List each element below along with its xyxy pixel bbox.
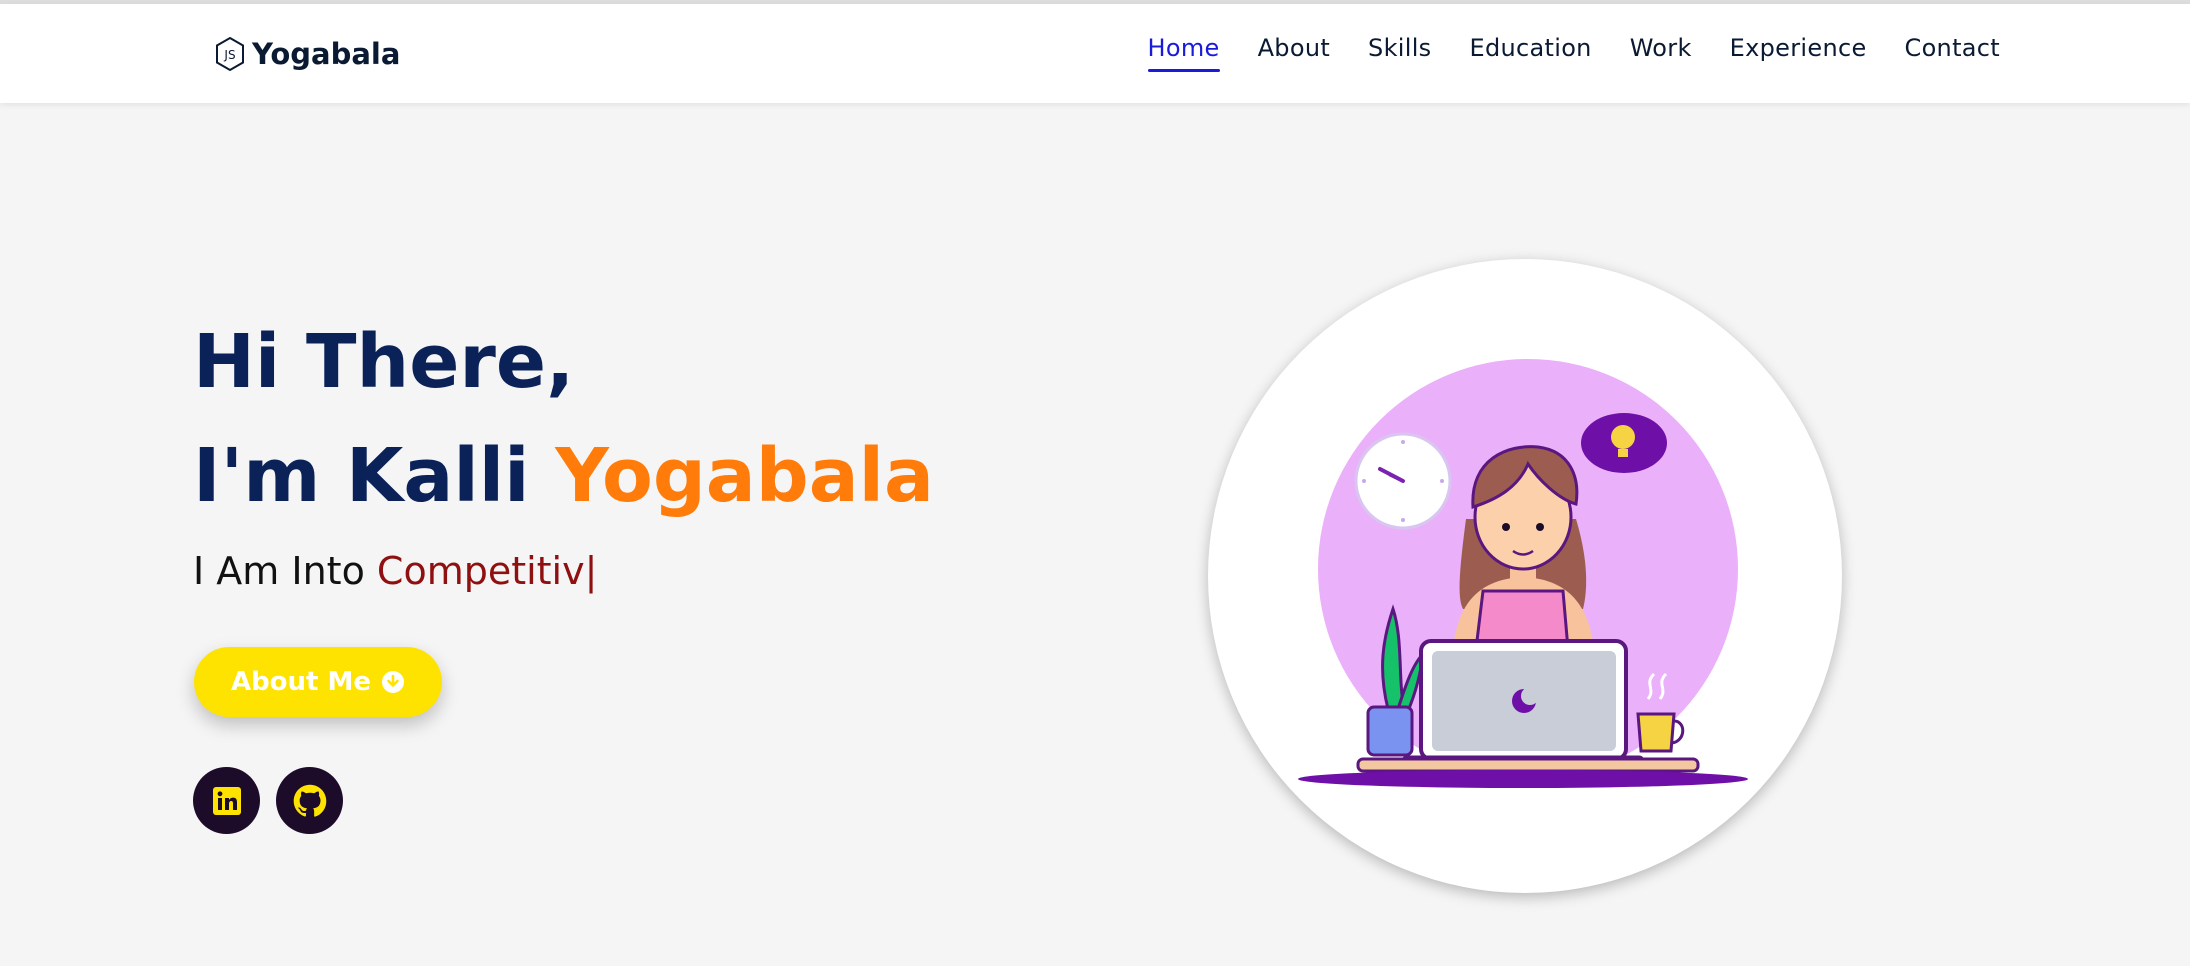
nav-home[interactable]: Home (1147, 34, 1220, 72)
desk-shadow (1298, 770, 1748, 788)
main-nav: Home About Skills Education Work Experie… (1147, 34, 2001, 72)
linkedin-icon (212, 786, 241, 815)
navbar: JS Yogabala Home About Skills Education … (0, 4, 2190, 103)
nav-contact[interactable]: Contact (1905, 34, 2000, 68)
nav-skills[interactable]: Skills (1368, 34, 1431, 68)
typed-line: I Am Into Competitiv| (193, 549, 1193, 593)
nodejs-hexagon-icon: JS (216, 36, 244, 72)
hero-greeting: Hi There, (193, 319, 575, 405)
nav-work[interactable]: Work (1630, 34, 1692, 68)
left-eye (1502, 523, 1510, 531)
girl-laptop-illustration (1298, 359, 1748, 788)
laptop-icon (1401, 639, 1645, 771)
nav-experience[interactable]: Experience (1730, 34, 1867, 68)
nav-education[interactable]: Education (1470, 34, 1592, 68)
social-links (193, 767, 343, 834)
github-icon (293, 784, 326, 817)
lightbulb-icon (1581, 413, 1667, 473)
brand-name: Yogabala (252, 37, 401, 71)
typing-cursor: | (584, 549, 598, 593)
github-button[interactable] (276, 767, 343, 834)
clock-icon (1354, 432, 1452, 530)
desk (1356, 757, 1700, 773)
typed-word: Competitiv (376, 549, 585, 593)
hero-intro: I'm Kalli Yogabala (193, 439, 1193, 513)
typed-prefix: I Am Into (193, 549, 377, 593)
linkedin-button[interactable] (193, 767, 260, 834)
intro-prefix: I'm Kalli (193, 433, 556, 519)
logo[interactable]: JS Yogabala (214, 32, 400, 76)
nav-about[interactable]: About (1258, 34, 1330, 68)
about-me-button[interactable]: About Me (194, 647, 442, 717)
hero-text: Hi There, I'm Kalli Yogabala I Am Into C… (193, 325, 1193, 593)
about-me-label: About Me (230, 667, 372, 697)
right-eye (1536, 523, 1544, 531)
arrow-down-circle-icon (382, 671, 405, 693)
intro-name: Yogabala (555, 433, 934, 519)
hero-illustration (1208, 259, 1842, 893)
svg-text:JS: JS (223, 48, 235, 62)
